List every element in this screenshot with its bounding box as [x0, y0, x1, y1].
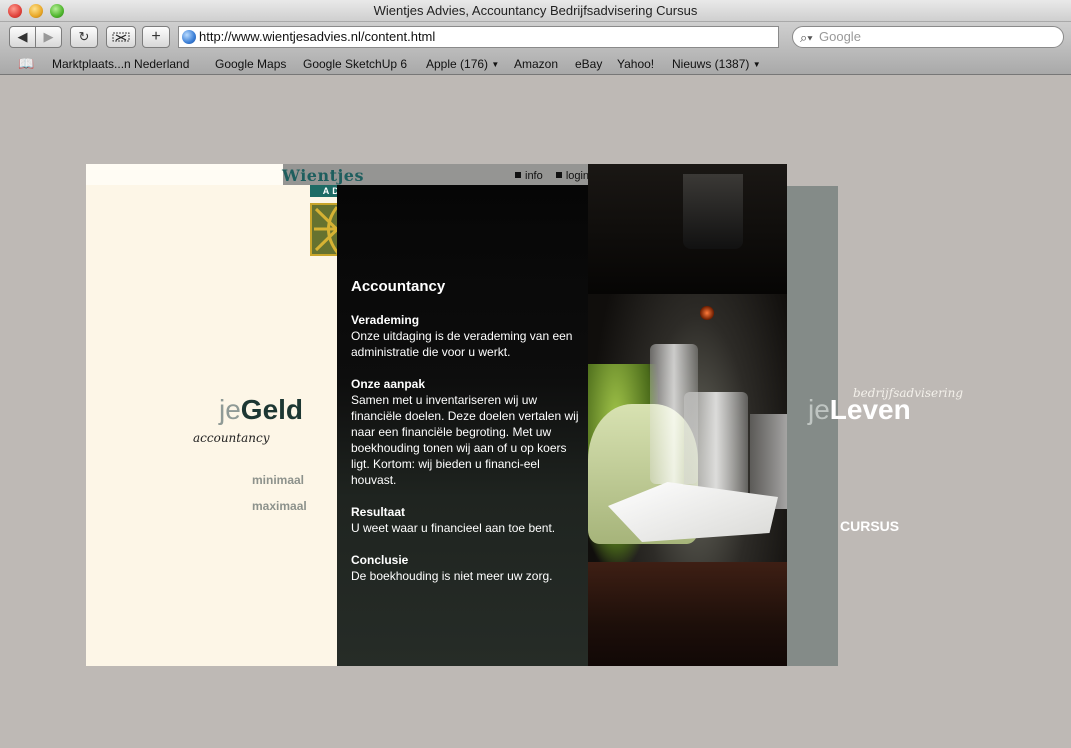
cursus-link[interactable]: CURSUS — [840, 518, 899, 534]
section-text: De boekhouding is niet meer uw zorg. — [351, 569, 553, 583]
window-title: Wientjes Advies, Accountancy Bedrijfsadv… — [373, 3, 698, 18]
section-heading: Verademing — [351, 313, 420, 327]
leven-word: Leven — [829, 394, 911, 425]
bookmark-nieuws[interactable]: Nieuws (1387) ▼ — [672, 57, 761, 71]
section-onze-aanpak: Onze aanpak Samen met u inventariseren w… — [351, 376, 583, 488]
reload-icon: ↻ — [78, 29, 90, 44]
back-button[interactable]: ◀ — [9, 26, 36, 48]
accountancy-label: accountancy — [193, 431, 270, 445]
window-titlebar: Wientjes Advies, Accountancy Bedrijfsadv… — [0, 0, 1071, 22]
right-panel — [787, 186, 838, 666]
bookmark-nieuws-label: Nieuws (1387) — [672, 57, 750, 71]
bookmark-apple-label: Apple (176) — [426, 57, 489, 71]
scissors-icon — [112, 32, 130, 42]
je-geld-heading[interactable]: jeGeld — [219, 394, 303, 426]
maximaal-link[interactable]: maximaal — [252, 499, 307, 513]
address-bar[interactable]: http://www.wientjesadvies.nl/content.htm… — [178, 26, 779, 48]
bookmark-marktplaats[interactable]: Marktplaats...n Nederland — [52, 57, 189, 71]
nav-info-link[interactable]: info — [515, 170, 543, 182]
search-input[interactable]: ⌕▾ Google — [792, 26, 1064, 48]
bookmarks-book-icon[interactable]: 📖 — [18, 56, 34, 72]
je-leven-heading[interactable]: jeLeven — [808, 394, 911, 426]
je-prefix: je — [219, 394, 241, 425]
bullet-icon — [515, 172, 521, 178]
plus-icon: + — [151, 28, 161, 45]
nav-login-link[interactable]: login — [555, 170, 590, 182]
section-heading: Onze aanpak — [351, 377, 426, 391]
bookmark-apple[interactable]: Apple (176) ▼ — [426, 57, 499, 71]
chevron-down-icon: ▼ — [752, 60, 761, 69]
section-text: U weet waar u financieel aan toe bent. — [351, 521, 556, 535]
section-verademing: Verademing Onze uitdaging is de verademi… — [351, 312, 583, 360]
content-title: Accountancy — [351, 278, 446, 295]
brand-name[interactable]: Wientjes — [282, 166, 364, 185]
section-text: Samen met u inventariseren wij uw financ… — [351, 393, 579, 487]
chevron-down-icon: ▼ — [491, 60, 500, 69]
forward-button[interactable]: ▶ — [35, 26, 62, 48]
minimize-window-icon[interactable] — [29, 4, 43, 18]
bookmark-amazon[interactable]: Amazon — [514, 57, 558, 71]
je-prefix: je — [808, 394, 830, 425]
left-top-strip — [86, 164, 283, 185]
forward-arrow-icon: ▶ — [43, 29, 54, 44]
section-conclusie: Conclusie De boekhouding is niet meer uw… — [351, 552, 583, 584]
top-nav: info login — [505, 170, 589, 182]
browser-toolbar: ◀ ▶ ↻ + http://www.wientjesadvies.nl/con… — [0, 22, 1071, 54]
minimaal-link[interactable]: minimaal — [252, 473, 304, 487]
bullet-icon — [555, 172, 562, 178]
bookmark-yahoo[interactable]: Yahoo! — [617, 57, 654, 71]
search-icon: ⌕▾ — [800, 30, 813, 45]
section-heading: Conclusie — [351, 553, 409, 567]
bookmark-google-maps[interactable]: Google Maps — [215, 57, 286, 71]
globe-icon — [182, 30, 196, 44]
bookmark-google-sketchup[interactable]: Google SketchUp 6 — [303, 57, 407, 71]
bookmark-ebay[interactable]: eBay — [575, 57, 602, 71]
bookmarks-bar: 📖 Marktplaats...n Nederland Google Maps … — [0, 54, 1071, 75]
url-text: http://www.wientjesadvies.nl/content.htm… — [199, 29, 436, 44]
section-heading: Resultaat — [351, 505, 406, 519]
close-window-icon[interactable] — [8, 4, 22, 18]
section-resultaat: Resultaat U weet waar u financieel aan t… — [351, 504, 583, 536]
website: Wientjes info login ADVIES Accountancy V… — [86, 164, 838, 666]
back-arrow-icon: ◀ — [17, 29, 28, 44]
add-bookmark-button[interactable]: + — [142, 26, 170, 48]
section-text: Onze uitdaging is de verademing van een … — [351, 329, 573, 359]
cafe-photo — [588, 164, 787, 666]
geld-word: Geld — [240, 394, 304, 425]
nav-login-label: login — [565, 170, 590, 182]
search-placeholder: Google — [819, 29, 861, 44]
nav-info-label: info — [525, 170, 543, 182]
zoom-window-icon[interactable] — [50, 4, 64, 18]
content-panel: Accountancy Verademing Onze uitdaging is… — [337, 185, 588, 666]
reload-button[interactable]: ↻ — [70, 26, 98, 48]
snippet-button[interactable] — [106, 26, 136, 48]
